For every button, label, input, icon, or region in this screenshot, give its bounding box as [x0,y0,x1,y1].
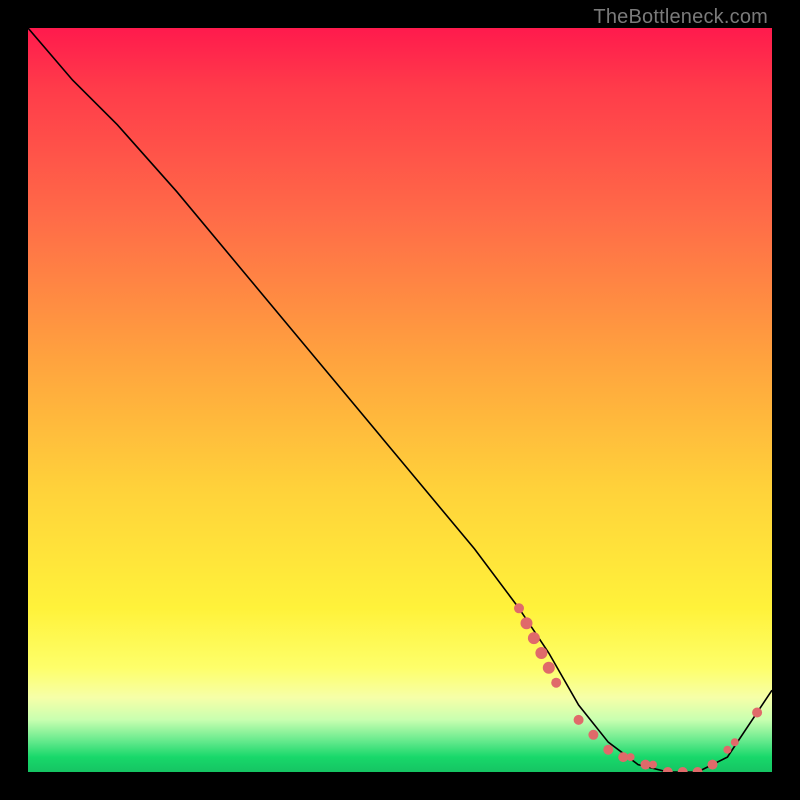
data-marker [649,761,657,769]
data-marker [627,753,635,761]
data-marker [663,767,673,772]
data-marker [708,760,718,770]
data-marker [723,746,731,754]
data-marker [514,603,524,613]
data-marker [588,730,598,740]
data-marker [528,632,540,644]
data-marker [678,767,688,772]
data-marker [551,678,561,688]
data-marker [521,617,533,629]
chart-container: TheBottleneck.com [0,0,800,800]
data-marker [574,715,584,725]
data-marker [693,767,703,772]
data-marker [731,738,739,746]
plot-area [28,28,772,772]
data-marker [603,745,613,755]
curve-path [28,28,772,772]
data-marker [535,647,547,659]
data-marker [543,662,555,674]
attribution-text: TheBottleneck.com [593,6,768,29]
data-marker [752,708,762,718]
curve-svg [28,28,772,772]
marker-group [514,603,762,772]
